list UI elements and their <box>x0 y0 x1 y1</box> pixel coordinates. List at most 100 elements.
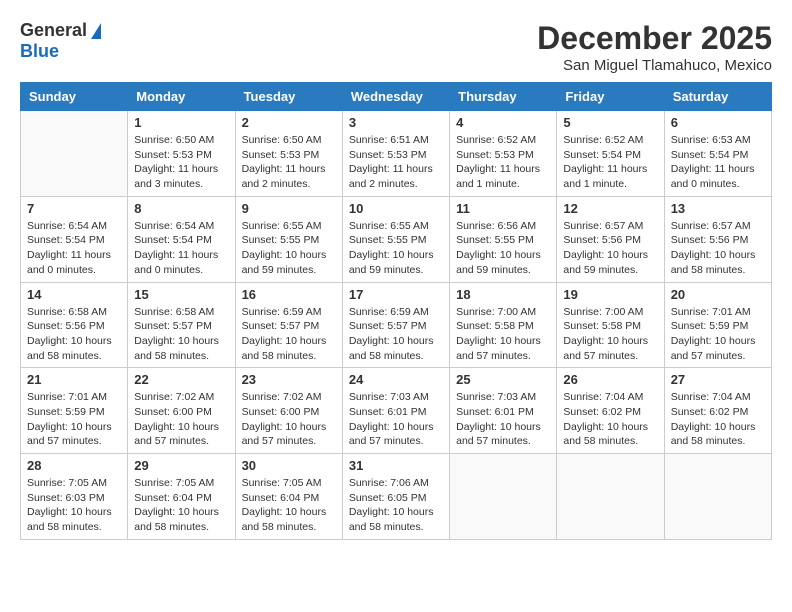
calendar-cell: 13 Sunrise: 6:57 AM Sunset: 5:56 PM Dayli… <box>664 196 771 282</box>
day-info: Sunrise: 7:06 AM Sunset: 6:05 PM Dayligh… <box>349 476 443 535</box>
day-info: Sunrise: 7:03 AM Sunset: 6:01 PM Dayligh… <box>349 390 443 449</box>
day-info: Sunrise: 6:50 AM Sunset: 5:53 PM Dayligh… <box>134 133 228 192</box>
calendar-header-row: SundayMondayTuesdayWednesdayThursdayFrid… <box>21 83 772 111</box>
day-info: Sunrise: 6:53 AM Sunset: 5:54 PM Dayligh… <box>671 133 765 192</box>
day-number: 24 <box>349 372 443 387</box>
weekday-header: Friday <box>557 83 664 111</box>
calendar-table: SundayMondayTuesdayWednesdayThursdayFrid… <box>20 82 772 540</box>
day-info: Sunrise: 7:01 AM Sunset: 5:59 PM Dayligh… <box>27 390 121 449</box>
logo: General Blue <box>20 20 101 62</box>
day-info: Sunrise: 6:55 AM Sunset: 5:55 PM Dayligh… <box>242 219 336 278</box>
day-number: 28 <box>27 458 121 473</box>
day-number: 1 <box>134 115 228 130</box>
day-info: Sunrise: 7:03 AM Sunset: 6:01 PM Dayligh… <box>456 390 550 449</box>
day-info: Sunrise: 7:04 AM Sunset: 6:02 PM Dayligh… <box>563 390 657 449</box>
day-number: 21 <box>27 372 121 387</box>
day-number: 6 <box>671 115 765 130</box>
day-number: 10 <box>349 201 443 216</box>
day-number: 27 <box>671 372 765 387</box>
day-number: 2 <box>242 115 336 130</box>
page-header: General Blue December 2025 San Miguel Tl… <box>20 20 772 74</box>
calendar-cell: 30 Sunrise: 7:05 AM Sunset: 6:04 PM Dayli… <box>235 454 342 540</box>
calendar-cell <box>21 111 128 197</box>
day-number: 16 <box>242 287 336 302</box>
weekday-header: Saturday <box>664 83 771 111</box>
day-number: 31 <box>349 458 443 473</box>
day-number: 8 <box>134 201 228 216</box>
day-info: Sunrise: 6:52 AM Sunset: 5:54 PM Dayligh… <box>563 133 657 192</box>
day-number: 15 <box>134 287 228 302</box>
day-info: Sunrise: 6:57 AM Sunset: 5:56 PM Dayligh… <box>563 219 657 278</box>
calendar-cell: 18Sunrise: 7:00 AM Sunset: 5:58 PM Dayli… <box>450 282 557 368</box>
calendar-week-row: 21 Sunrise: 7:01 AM Sunset: 5:59 PM Dayli… <box>21 368 772 454</box>
day-info: Sunrise: 6:59 AM Sunset: 5:57 PM Dayligh… <box>242 305 336 364</box>
day-info: Sunrise: 6:58 AM Sunset: 5:57 PM Dayligh… <box>134 305 228 364</box>
calendar-cell: 6 Sunrise: 6:53 AM Sunset: 5:54 PM Daylig… <box>664 111 771 197</box>
weekday-header: Tuesday <box>235 83 342 111</box>
calendar-cell: 24 Sunrise: 7:03 AM Sunset: 6:01 PM Dayli… <box>342 368 449 454</box>
day-number: 9 <box>242 201 336 216</box>
day-number: 29 <box>134 458 228 473</box>
day-info: Sunrise: 6:55 AM Sunset: 5:55 PM Dayligh… <box>349 219 443 278</box>
day-number: 19 <box>563 287 657 302</box>
day-info: Sunrise: 7:04 AM Sunset: 6:02 PM Dayligh… <box>671 390 765 449</box>
weekday-header: Sunday <box>21 83 128 111</box>
day-info: Sunrise: 6:54 AM Sunset: 5:54 PM Dayligh… <box>134 219 228 278</box>
weekday-header: Monday <box>128 83 235 111</box>
day-info: Sunrise: 6:52 AM Sunset: 5:53 PM Dayligh… <box>456 133 550 192</box>
day-info: Sunrise: 7:05 AM Sunset: 6:04 PM Dayligh… <box>242 476 336 535</box>
day-info: Sunrise: 7:00 AM Sunset: 5:58 PM Dayligh… <box>563 305 657 364</box>
calendar-cell: 22 Sunrise: 7:02 AM Sunset: 6:00 PM Dayli… <box>128 368 235 454</box>
title-section: December 2025 San Miguel Tlamahuco, Mexi… <box>537 20 772 74</box>
calendar-cell: 23 Sunrise: 7:02 AM Sunset: 6:00 PM Dayli… <box>235 368 342 454</box>
calendar-cell: 19 Sunrise: 7:00 AM Sunset: 5:58 PM Dayli… <box>557 282 664 368</box>
calendar-week-row: 14Sunrise: 6:58 AM Sunset: 5:56 PM Dayli… <box>21 282 772 368</box>
calendar-cell: 16 Sunrise: 6:59 AM Sunset: 5:57 PM Dayli… <box>235 282 342 368</box>
day-number: 22 <box>134 372 228 387</box>
day-number: 4 <box>456 115 550 130</box>
day-number: 23 <box>242 372 336 387</box>
calendar-cell: 25 Sunrise: 7:03 AM Sunset: 6:01 PM Dayli… <box>450 368 557 454</box>
calendar-cell: 1 Sunrise: 6:50 AM Sunset: 5:53 PM Daylig… <box>128 111 235 197</box>
day-info: Sunrise: 7:02 AM Sunset: 6:00 PM Dayligh… <box>134 390 228 449</box>
day-info: Sunrise: 6:56 AM Sunset: 5:55 PM Dayligh… <box>456 219 550 278</box>
calendar-cell: 7Sunrise: 6:54 AM Sunset: 5:54 PM Daylig… <box>21 196 128 282</box>
day-number: 11 <box>456 201 550 216</box>
day-number: 17 <box>349 287 443 302</box>
day-info: Sunrise: 6:57 AM Sunset: 5:56 PM Dayligh… <box>671 219 765 278</box>
calendar-cell: 20Sunrise: 7:01 AM Sunset: 5:59 PM Dayli… <box>664 282 771 368</box>
day-info: Sunrise: 6:50 AM Sunset: 5:53 PM Dayligh… <box>242 133 336 192</box>
month-title: December 2025 <box>537 20 772 57</box>
day-info: Sunrise: 7:05 AM Sunset: 6:04 PM Dayligh… <box>134 476 228 535</box>
calendar-cell: 21 Sunrise: 7:01 AM Sunset: 5:59 PM Dayli… <box>21 368 128 454</box>
day-number: 25 <box>456 372 550 387</box>
calendar-cell: 4 Sunrise: 6:52 AM Sunset: 5:53 PM Daylig… <box>450 111 557 197</box>
weekday-header: Wednesday <box>342 83 449 111</box>
logo-blue-text: Blue <box>20 41 59 62</box>
day-number: 7 <box>27 201 121 216</box>
calendar-cell: 31 Sunrise: 7:06 AM Sunset: 6:05 PM Dayli… <box>342 454 449 540</box>
calendar-cell: 2 Sunrise: 6:50 AM Sunset: 5:53 PM Daylig… <box>235 111 342 197</box>
calendar-cell: 17 Sunrise: 6:59 AM Sunset: 5:57 PM Dayli… <box>342 282 449 368</box>
logo-general-text: General <box>20 20 87 41</box>
day-number: 30 <box>242 458 336 473</box>
day-number: 5 <box>563 115 657 130</box>
day-number: 14 <box>27 287 121 302</box>
calendar-cell: 27 Sunrise: 7:04 AM Sunset: 6:02 PM Dayli… <box>664 368 771 454</box>
day-number: 12 <box>563 201 657 216</box>
calendar-cell: 3Sunrise: 6:51 AM Sunset: 5:53 PM Daylig… <box>342 111 449 197</box>
day-number: 26 <box>563 372 657 387</box>
calendar-cell: 26 Sunrise: 7:04 AM Sunset: 6:02 PM Dayli… <box>557 368 664 454</box>
day-info: Sunrise: 7:01 AM Sunset: 5:59 PM Dayligh… <box>671 305 765 364</box>
calendar-week-row: 1 Sunrise: 6:50 AM Sunset: 5:53 PM Daylig… <box>21 111 772 197</box>
calendar-cell: 15 Sunrise: 6:58 AM Sunset: 5:57 PM Dayli… <box>128 282 235 368</box>
day-info: Sunrise: 7:02 AM Sunset: 6:00 PM Dayligh… <box>242 390 336 449</box>
calendar-cell: 11 Sunrise: 6:56 AM Sunset: 5:55 PM Dayli… <box>450 196 557 282</box>
day-info: Sunrise: 6:59 AM Sunset: 5:57 PM Dayligh… <box>349 305 443 364</box>
calendar-week-row: 7 Sunrise: 6:54 AM Sunset: 5:54 PM Daylig… <box>21 196 772 282</box>
location-title: San Miguel Tlamahuco, Mexico <box>537 57 772 74</box>
day-number: 3 <box>349 115 443 130</box>
calendar-cell: 9 Sunrise: 6:55 AM Sunset: 5:55 PM Daylig… <box>235 196 342 282</box>
day-number: 13 <box>671 201 765 216</box>
logo-triangle-icon <box>91 23 101 39</box>
